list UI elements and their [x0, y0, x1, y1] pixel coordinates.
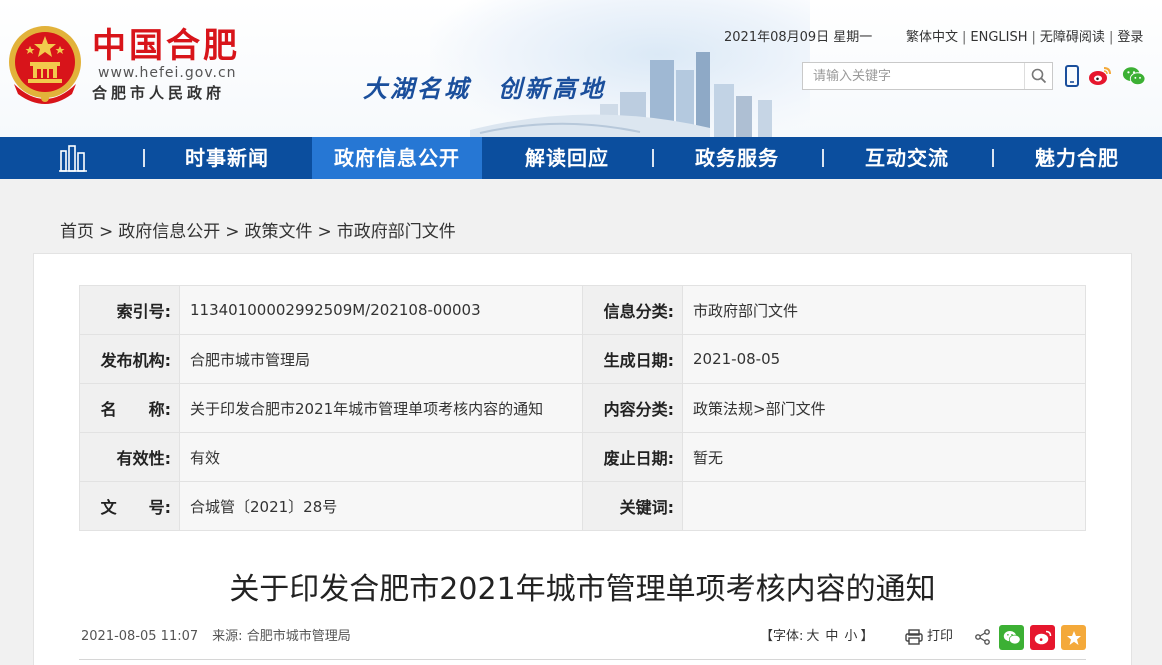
share-weibo-button[interactable] — [1030, 625, 1055, 650]
info-value: 政策法规>部门文件 — [682, 383, 1086, 433]
info-label: 有效性: — [79, 432, 180, 482]
favorite-icon — [1066, 630, 1081, 645]
info-label: 文 号: — [79, 481, 180, 531]
mobile-link[interactable] — [1060, 64, 1084, 88]
share-favorite-button[interactable] — [1061, 625, 1086, 650]
breadcrumb-policy[interactable]: 政策文件 — [245, 222, 313, 242]
wechat-share-icon — [1003, 631, 1021, 645]
site-header: 中国合肥 www.hefei.gov.cn 合肥市人民政府 大湖名城 创新高地 … — [0, 0, 1162, 137]
nav-item-charm-hefei[interactable]: 魅力合肥 — [992, 137, 1162, 179]
info-value: 有效 — [179, 432, 583, 482]
info-label: 索引号: — [79, 285, 180, 335]
wechat-icon — [1122, 67, 1146, 86]
site-title[interactable]: 中国合肥 — [92, 26, 240, 66]
document-info-table: 索引号: 11340100002992509M/202108-00003 信息分… — [79, 285, 1086, 531]
font-size-control: 【字体: 大中小】 — [760, 628, 873, 646]
home-icon[interactable] — [58, 143, 88, 173]
info-value: 11340100002992509M/202108-00003 — [179, 285, 583, 335]
nav-item-interaction[interactable]: 互动交流 — [822, 137, 992, 179]
search-icon — [1031, 68, 1046, 84]
article-title: 关于印发合肥市2021年城市管理单项考核内容的通知 — [229, 572, 936, 607]
login-link[interactable]: 登录 — [1117, 30, 1143, 45]
info-label: 生成日期: — [582, 334, 683, 384]
english-link[interactable]: ENGLISH — [970, 30, 1027, 45]
traditional-chinese-link[interactable]: 繁体中文 — [906, 30, 958, 45]
table-row: 发布机构: 合肥市城市管理局 生成日期: 2021-08-05 — [79, 334, 1086, 384]
site-url: www.hefei.gov.cn — [98, 65, 237, 81]
site-slogan: 大湖名城 创新高地 — [363, 74, 606, 103]
info-value — [682, 481, 1086, 531]
source-label: 来源: — [212, 629, 243, 644]
link-separator: | — [1031, 30, 1036, 45]
site-subtitle: 合肥市人民政府 — [92, 84, 226, 102]
divider — [79, 659, 1086, 660]
print-label: 打印 — [927, 629, 954, 644]
nav-item-services[interactable]: 政务服务 — [652, 137, 822, 179]
breadcrumb-separator: > — [317, 222, 332, 242]
weibo-icon — [1089, 67, 1111, 85]
breadcrumb-separator: > — [99, 222, 114, 242]
link-separator: | — [962, 30, 967, 45]
share-wechat-button[interactable] — [999, 625, 1024, 650]
info-label: 发布机构: — [79, 334, 180, 384]
info-value: 关于印发合肥市2021年城市管理单项考核内容的通知 — [179, 383, 583, 433]
wechat-link[interactable] — [1122, 64, 1146, 88]
accessibility-link[interactable]: 无障碍阅读 — [1040, 30, 1105, 45]
publish-datetime: 2021-08-05 11:07 — [81, 629, 199, 644]
table-row: 名 称: 关于印发合肥市2021年城市管理单项考核内容的通知 内容分类: 政策法… — [79, 383, 1086, 433]
search-box — [802, 62, 1053, 90]
source-value: 合肥市城市管理局 — [246, 629, 351, 644]
info-label: 内容分类: — [582, 383, 683, 433]
info-label: 废止日期: — [582, 432, 683, 482]
nav-item-gov-info[interactable]: 政府信息公开 — [312, 137, 482, 179]
info-label: 信息分类: — [582, 285, 683, 335]
share-icon[interactable] — [974, 628, 992, 646]
info-value: 合肥市城市管理局 — [179, 334, 583, 384]
search-button[interactable] — [1024, 63, 1052, 89]
current-date: 2021年08月09日 星期一 — [724, 30, 873, 45]
table-row: 文 号: 合城管〔2021〕28号 关键词: — [79, 481, 1086, 531]
breadcrumb-gov-info[interactable]: 政府信息公开 — [118, 222, 220, 242]
nav-item-news[interactable]: 时事新闻 — [142, 137, 312, 179]
font-size-small[interactable]: 小 — [841, 629, 860, 644]
mobile-icon — [1065, 65, 1079, 87]
font-size-close: 】 — [860, 629, 874, 644]
info-value: 市政府部门文件 — [682, 285, 1086, 335]
top-links: 繁体中文 | ENGLISH | 无障碍阅读 | 登录 — [906, 30, 1143, 46]
breadcrumb-separator: > — [225, 222, 240, 242]
breadcrumb-home[interactable]: 首页 — [60, 222, 94, 242]
info-value: 2021-08-05 — [682, 334, 1086, 384]
info-label: 关键词: — [582, 481, 683, 531]
table-row: 索引号: 11340100002992509M/202108-00003 信息分… — [79, 285, 1086, 335]
link-separator: | — [1108, 30, 1114, 45]
info-label: 名 称: — [79, 383, 180, 433]
font-size-medium[interactable]: 中 — [822, 629, 841, 644]
national-emblem-icon[interactable] — [6, 22, 84, 108]
weibo-link[interactable] — [1088, 64, 1112, 88]
search-input[interactable] — [803, 63, 1025, 89]
article-meta: 2021-08-05 11:07 来源: 合肥市城市管理局 — [81, 628, 351, 646]
font-size-label: 【字体: — [760, 629, 804, 644]
info-value: 暂无 — [682, 432, 1086, 482]
nav-item-interpretation[interactable]: 解读回应 — [482, 137, 652, 179]
printer-icon — [905, 629, 923, 645]
info-value: 合城管〔2021〕28号 — [179, 481, 583, 531]
print-button[interactable]: 打印 — [905, 627, 953, 647]
table-row: 有效性: 有效 废止日期: 暂无 — [79, 432, 1086, 482]
breadcrumb-dept-docs[interactable]: 市政府部门文件 — [337, 222, 456, 242]
weibo-share-icon — [1034, 630, 1051, 645]
main-nav: 时事新闻 政府信息公开 解读回应 政务服务 互动交流 魅力合肥 — [0, 137, 1162, 179]
font-size-large[interactable]: 大 — [803, 629, 822, 644]
breadcrumb: 首页 > 政府信息公开 > 政策文件 > 市政府部门文件 — [60, 220, 456, 244]
